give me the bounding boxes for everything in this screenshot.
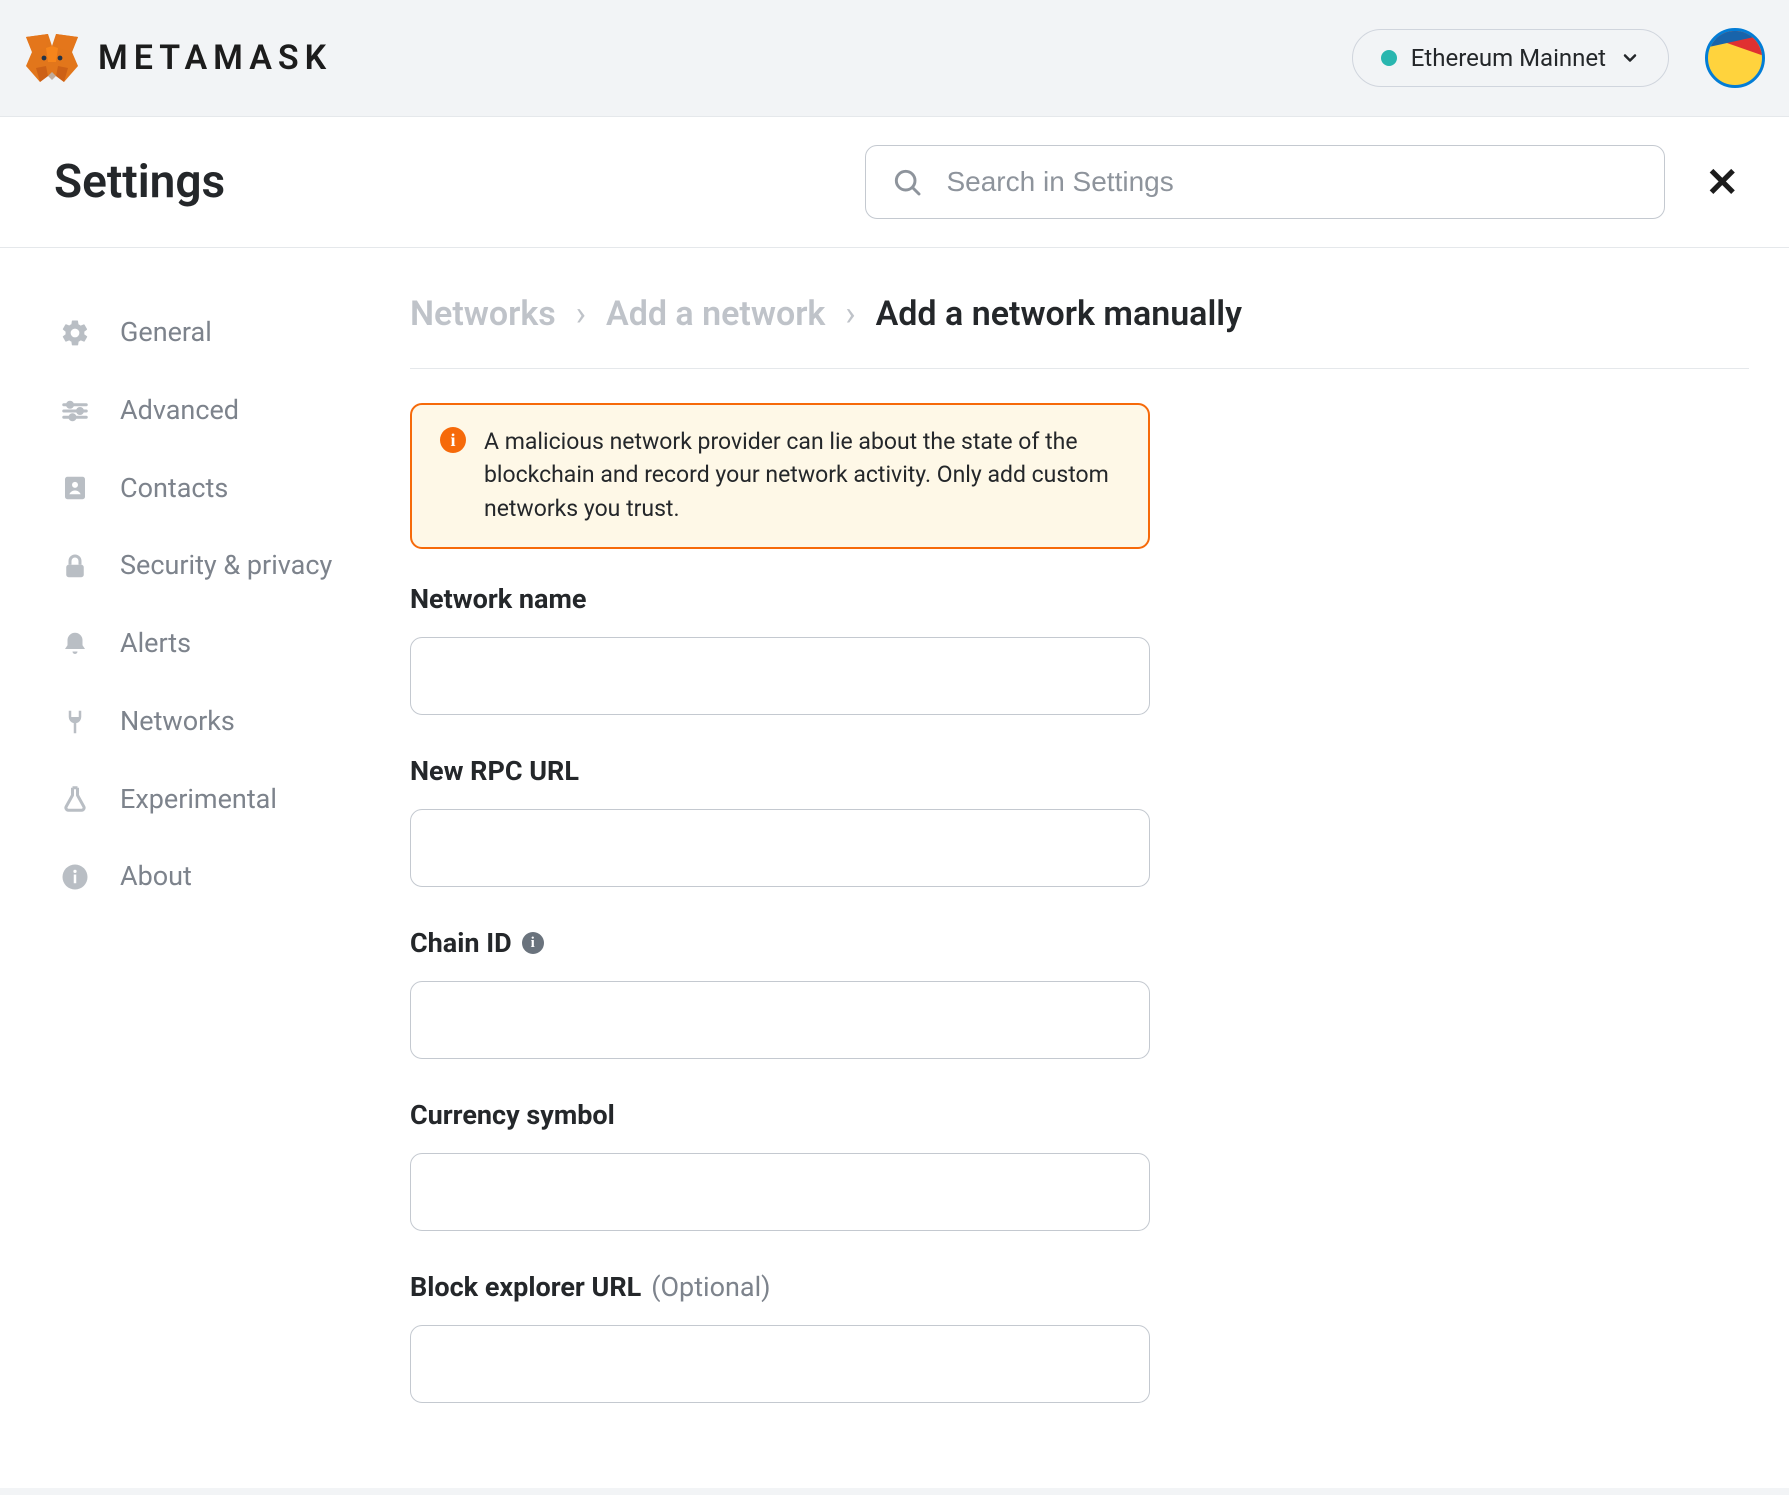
chevron-right-icon: › bbox=[845, 294, 855, 334]
sidebar-item-contacts[interactable]: Contacts bbox=[50, 450, 370, 528]
warning-icon bbox=[440, 427, 466, 453]
account-avatar[interactable] bbox=[1705, 28, 1765, 88]
sidebar-item-label: Contacts bbox=[120, 472, 228, 506]
brand: METAMASK bbox=[24, 32, 332, 84]
sidebar-item-general[interactable]: General bbox=[50, 294, 370, 372]
gear-icon bbox=[60, 318, 90, 348]
fox-logo-icon bbox=[24, 32, 80, 84]
main: Networks › Add a network › Add a network… bbox=[390, 248, 1789, 1488]
settings-bar: Settings ✕ bbox=[0, 116, 1789, 248]
sidebar-item-alerts[interactable]: Alerts bbox=[50, 605, 370, 683]
network-status-dot bbox=[1381, 50, 1397, 66]
warning-banner: A malicious network provider can lie abo… bbox=[410, 403, 1150, 549]
sidebar-item-label: General bbox=[120, 316, 212, 350]
field-rpc-url: New RPC URL bbox=[410, 755, 1150, 887]
breadcrumb-networks[interactable]: Networks bbox=[410, 294, 556, 334]
breadcrumb-current: Add a network manually bbox=[876, 294, 1242, 334]
chevron-right-icon: › bbox=[576, 294, 586, 334]
search-wrap bbox=[865, 145, 1665, 219]
field-currency-symbol: Currency symbol bbox=[410, 1099, 1150, 1231]
chevron-down-icon bbox=[1620, 48, 1640, 68]
sidebar-item-label: Networks bbox=[120, 705, 235, 739]
network-selector[interactable]: Ethereum Mainnet bbox=[1352, 29, 1669, 87]
label-optional: (Optional) bbox=[651, 1271, 770, 1303]
sidebar-item-label: Alerts bbox=[120, 627, 191, 661]
search-input[interactable] bbox=[865, 145, 1665, 219]
sliders-icon bbox=[60, 396, 90, 426]
label-chain-id: Chain ID bbox=[410, 927, 512, 959]
network-name: Ethereum Mainnet bbox=[1411, 44, 1606, 72]
sidebar-item-label: Security & privacy bbox=[120, 549, 332, 583]
breadcrumb-add-network[interactable]: Add a network bbox=[606, 294, 825, 334]
plug-icon bbox=[60, 707, 90, 737]
sidebar-item-about[interactable]: About bbox=[50, 838, 370, 916]
label-block-explorer: Block explorer URL bbox=[410, 1271, 641, 1303]
flask-icon bbox=[60, 784, 90, 814]
field-chain-id: Chain ID bbox=[410, 927, 1150, 1059]
close-icon[interactable]: ✕ bbox=[1695, 159, 1749, 206]
info-icon bbox=[60, 862, 90, 892]
contact-icon bbox=[60, 473, 90, 503]
form: A malicious network provider can lie abo… bbox=[410, 369, 1150, 1403]
sidebar-item-networks[interactable]: Networks bbox=[50, 683, 370, 761]
page-title: Settings bbox=[54, 155, 225, 209]
field-block-explorer: Block explorer URL (Optional) bbox=[410, 1271, 1150, 1403]
lock-icon bbox=[60, 551, 90, 581]
info-icon[interactable] bbox=[522, 932, 544, 954]
sidebar: General Advanced Contacts Security & pri… bbox=[30, 248, 390, 1488]
brand-name: METAMASK bbox=[98, 38, 332, 78]
body: General Advanced Contacts Security & pri… bbox=[0, 248, 1789, 1488]
input-rpc-url[interactable] bbox=[410, 809, 1150, 887]
input-chain-id[interactable] bbox=[410, 981, 1150, 1059]
search-icon bbox=[891, 166, 923, 198]
sidebar-item-label: Experimental bbox=[120, 783, 277, 817]
field-network-name: Network name bbox=[410, 583, 1150, 715]
input-block-explorer[interactable] bbox=[410, 1325, 1150, 1403]
sidebar-item-label: About bbox=[120, 860, 192, 894]
app-header: METAMASK Ethereum Mainnet bbox=[0, 0, 1789, 116]
label-rpc-url: New RPC URL bbox=[410, 755, 1150, 787]
warning-text: A malicious network provider can lie abo… bbox=[484, 425, 1120, 525]
sidebar-item-advanced[interactable]: Advanced bbox=[50, 372, 370, 450]
sidebar-item-experimental[interactable]: Experimental bbox=[50, 761, 370, 839]
input-currency-symbol[interactable] bbox=[410, 1153, 1150, 1231]
sidebar-item-label: Advanced bbox=[120, 394, 239, 428]
header-right: Ethereum Mainnet bbox=[1352, 28, 1765, 88]
label-currency-symbol: Currency symbol bbox=[410, 1099, 1150, 1131]
label-network-name: Network name bbox=[410, 583, 1150, 615]
input-network-name[interactable] bbox=[410, 637, 1150, 715]
bell-icon bbox=[60, 629, 90, 659]
sidebar-item-security-privacy[interactable]: Security & privacy bbox=[50, 527, 370, 605]
breadcrumb: Networks › Add a network › Add a network… bbox=[410, 294, 1749, 369]
